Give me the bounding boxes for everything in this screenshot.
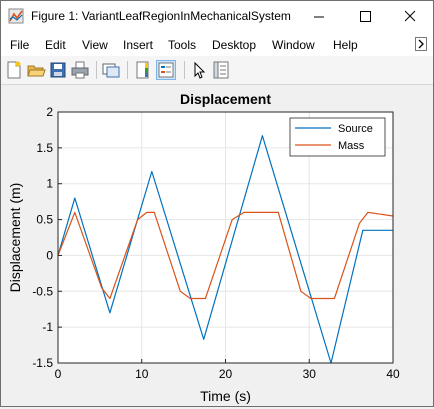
- menu-overflow-arrow-icon[interactable]: [415, 37, 427, 51]
- y-tick-label: 2: [46, 105, 53, 119]
- save-icon[interactable]: [48, 60, 68, 80]
- window-title: Figure 1: VariantLeafRegionInMechanicalS…: [31, 9, 291, 23]
- property-inspector-icon[interactable]: [211, 60, 231, 80]
- minimize-button[interactable]: [296, 1, 342, 32]
- displacement-plot[interactable]: 0 10 20 30 40 -1.5 -1 -0.5 0 0.5 1 1.5 2 Displacemen…: [1, 85, 433, 406]
- matlab-figure-icon: [8, 8, 24, 24]
- x-tick-label: 20: [219, 367, 233, 381]
- insert-colorbar-icon[interactable]: [134, 60, 154, 80]
- y-tick-label: -1.5: [32, 356, 53, 370]
- y-tick-label: -0.5: [32, 284, 53, 298]
- y-axis-label: Displacement (m): [7, 183, 23, 293]
- figure-canvas: 0 10 20 30 40 -1.5 -1 -0.5 0 0.5 1 1.5 2 Displacemen…: [1, 85, 433, 406]
- menu-window[interactable]: Window: [272, 38, 315, 52]
- toolbar: [1, 56, 433, 85]
- maximize-button[interactable]: [342, 1, 388, 32]
- print-icon[interactable]: [70, 60, 90, 80]
- menu-edit[interactable]: Edit: [45, 38, 66, 52]
- insert-legend-icon[interactable]: [156, 60, 176, 80]
- menu-view[interactable]: View: [82, 38, 108, 52]
- x-tick-label: 10: [135, 367, 149, 381]
- y-tick-label: 1: [46, 177, 53, 191]
- legend[interactable]: Source Mass: [289, 117, 386, 157]
- open-file-icon[interactable]: [26, 60, 46, 80]
- toolbar-separator: [127, 61, 128, 79]
- edit-plot-arrow-icon[interactable]: [189, 60, 209, 80]
- legend-label-mass: Mass: [338, 140, 365, 152]
- menu-insert[interactable]: Insert: [123, 38, 153, 52]
- toolbar-separator: [184, 61, 185, 79]
- y-tick-label: 0.5: [36, 213, 53, 227]
- toolbar-separator: [96, 61, 97, 79]
- y-tick-label: -1: [42, 320, 53, 334]
- x-tick-label: 0: [55, 367, 62, 381]
- menu-tools[interactable]: Tools: [168, 38, 196, 52]
- menu-bar: File Edit View Insert Tools Desktop Wind…: [1, 32, 433, 56]
- chart-title: Displacement: [180, 91, 271, 107]
- title-bar[interactable]: Figure 1: VariantLeafRegionInMechanicalS…: [1, 1, 433, 32]
- menu-help[interactable]: Help: [333, 38, 358, 52]
- x-tick-label: 40: [386, 367, 400, 381]
- menu-file[interactable]: File: [10, 38, 29, 52]
- y-tick-label: 1.5: [36, 141, 53, 155]
- x-tick-label: 30: [303, 367, 317, 381]
- new-figure-icon[interactable]: [4, 60, 24, 80]
- y-tick-label: 0: [46, 248, 53, 262]
- menu-desktop[interactable]: Desktop: [212, 38, 256, 52]
- link-plot-icon[interactable]: [101, 60, 121, 80]
- x-axis-label: Time (s): [200, 388, 251, 404]
- legend-label-source: Source: [338, 123, 373, 135]
- figure-window: Figure 1: VariantLeafRegionInMechanicalS…: [0, 0, 434, 407]
- close-button[interactable]: [387, 1, 433, 32]
